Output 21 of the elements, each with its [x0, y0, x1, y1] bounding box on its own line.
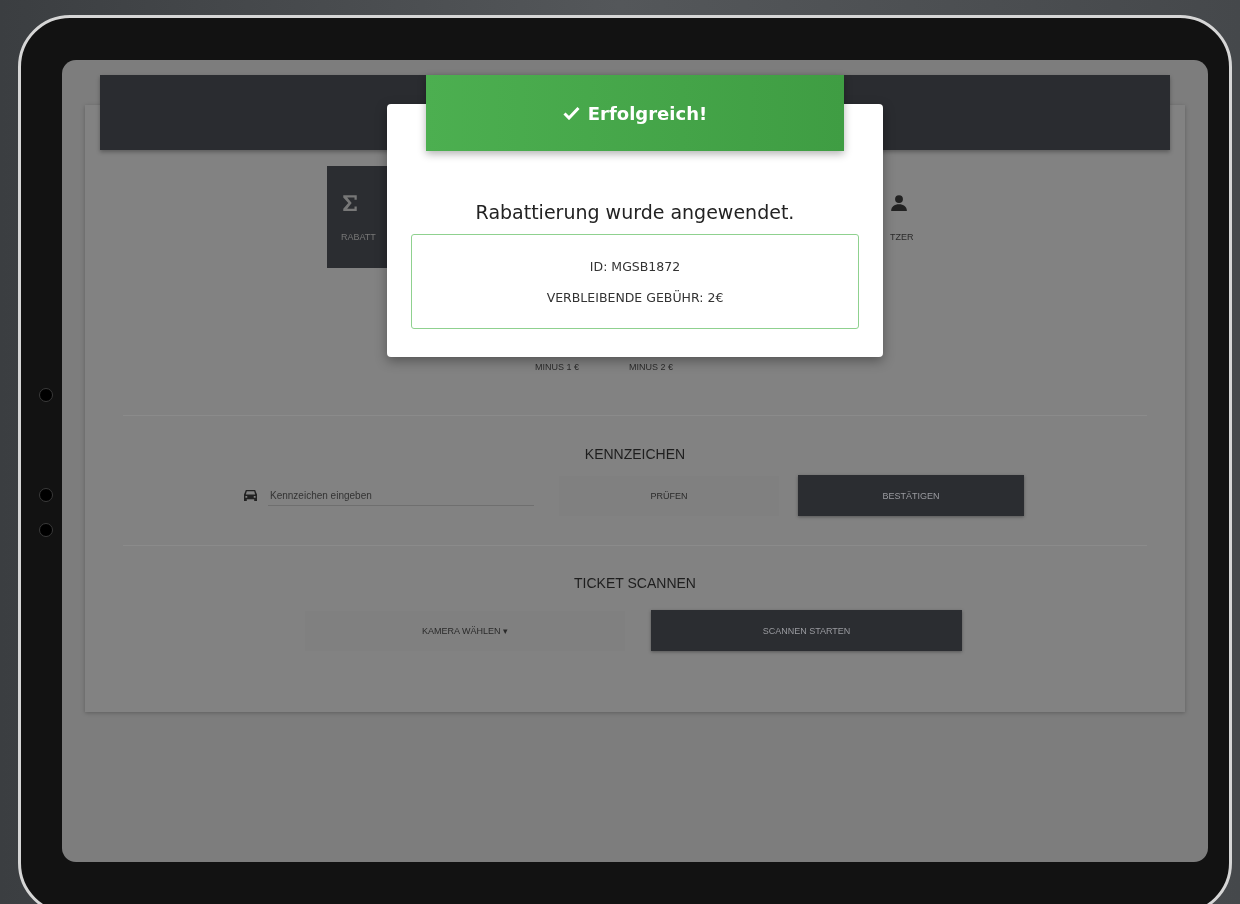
caret-icon: ▾: [503, 625, 508, 636]
banner-title: Erfolgreich!: [587, 102, 708, 124]
checkmark-icon: [562, 106, 580, 120]
section-title: KENNZEICHEN: [583, 446, 687, 462]
detail-line: VERBLEIBENDE GEBÜHR: 2€: [546, 289, 724, 305]
camera-dot: [39, 523, 53, 537]
confirm-button[interactable]: BESTÄTIGEN: [798, 475, 1024, 516]
start-scan-button[interactable]: SCANNEN STARTEN: [651, 610, 962, 651]
detail-line: ID: MGSB1872: [589, 258, 681, 274]
dialog-message: Rabattierung wurde angewendet.: [474, 201, 796, 223]
menu-tile[interactable]: TZER: [890, 166, 950, 268]
person-icon: [890, 194, 908, 212]
camera-dot: [39, 388, 53, 402]
camera-dot: [39, 488, 53, 502]
menu-tile[interactable]: RABATT: [327, 166, 387, 268]
discount-option[interactable]: MINUS 2 €: [629, 362, 674, 372]
sigma-icon: [341, 194, 359, 212]
section-title: TICKET SCANNEN: [573, 575, 697, 591]
discount-option[interactable]: MINUS 1 €: [535, 362, 579, 372]
plate-input-field[interactable]: Kennzeichen eingeben: [268, 485, 534, 506]
car-icon: [243, 489, 258, 502]
